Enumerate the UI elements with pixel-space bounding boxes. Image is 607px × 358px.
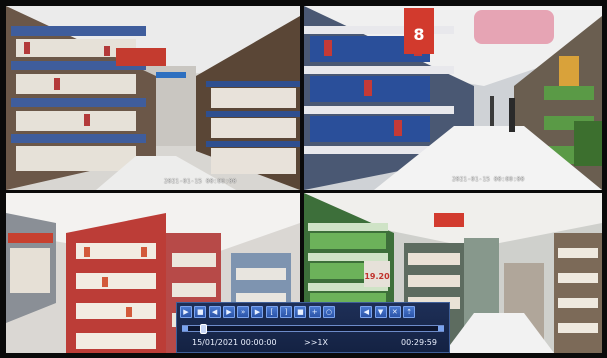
- playback-control-bar: ▶ ■ ◀ ▶ » ▶ [ ] ■ + ○ ◀ ▼ ✕ ⇡ 15/01/2021…: [176, 302, 450, 353]
- volume-button[interactable]: ◀: [360, 306, 373, 318]
- svg-text:8: 8: [413, 25, 424, 44]
- save-clip-button[interactable]: ■: [294, 306, 307, 318]
- backup-button[interactable]: ▼: [374, 306, 387, 318]
- svg-text:19.20: 19.20: [364, 272, 390, 281]
- clip-start-icon: [: [270, 307, 274, 316]
- volume-icon: ◀: [363, 307, 369, 316]
- refresh-icon: ○: [325, 307, 333, 316]
- playback-elapsed-time: 00:29:59: [401, 338, 437, 347]
- clip-end-icon: ]: [284, 307, 288, 316]
- slow-rewind-button[interactable]: ◀: [208, 306, 221, 318]
- track-end-marker: [438, 326, 444, 331]
- clip-start-button[interactable]: [: [265, 306, 278, 318]
- close-button[interactable]: ✕: [388, 306, 401, 318]
- exit-button[interactable]: ⇡: [403, 306, 416, 318]
- refresh-button[interactable]: ○: [322, 306, 335, 318]
- track-start-marker: [182, 326, 188, 331]
- play-button[interactable]: ▶: [180, 306, 192, 318]
- camera-1-timestamp: 2021-01-15 00:00:00: [164, 178, 237, 185]
- fast-forward-button[interactable]: »: [237, 306, 250, 318]
- camera-tile-1[interactable]: 2021-01-15 00:00:00: [6, 6, 300, 190]
- zoom-button[interactable]: +: [308, 306, 321, 318]
- zoom-icon: +: [311, 307, 318, 316]
- camera-tile-2[interactable]: 8 2021-01-15 00:00:00: [304, 6, 602, 190]
- play-icon: ▶: [183, 307, 189, 316]
- playback-speed: >>1X: [304, 338, 328, 347]
- close-icon: ✕: [391, 307, 398, 316]
- fast-forward-icon: »: [241, 307, 246, 316]
- step-forward-icon: ▶: [254, 307, 261, 316]
- save-icon: ■: [297, 307, 304, 316]
- playback-progress-track[interactable]: [182, 324, 444, 334]
- stop-icon: ■: [196, 307, 204, 316]
- camera-1-feed: [6, 6, 300, 190]
- clip-end-button[interactable]: ]: [280, 306, 293, 318]
- exit-icon: ⇡: [406, 307, 413, 316]
- stop-button[interactable]: ■: [194, 306, 207, 318]
- camera-2-timestamp: 2021-01-15 00:00:00: [452, 176, 525, 183]
- slow-forward-icon: ▶: [226, 307, 232, 316]
- playback-button-row: ▶ ■ ◀ ▶ » ▶ [ ] ■ + ○ ◀ ▼ ✕ ⇡: [180, 306, 448, 320]
- playback-start-datetime: 15/01/2021 00:00:00: [192, 338, 277, 347]
- slow-rewind-icon: ◀: [211, 307, 218, 316]
- playback-progress-handle[interactable]: [200, 324, 207, 334]
- step-forward-button[interactable]: ▶: [251, 306, 264, 318]
- slow-forward-button[interactable]: ▶: [222, 306, 235, 318]
- camera-2-feed: 8: [304, 6, 602, 190]
- backup-icon: ▼: [377, 307, 384, 316]
